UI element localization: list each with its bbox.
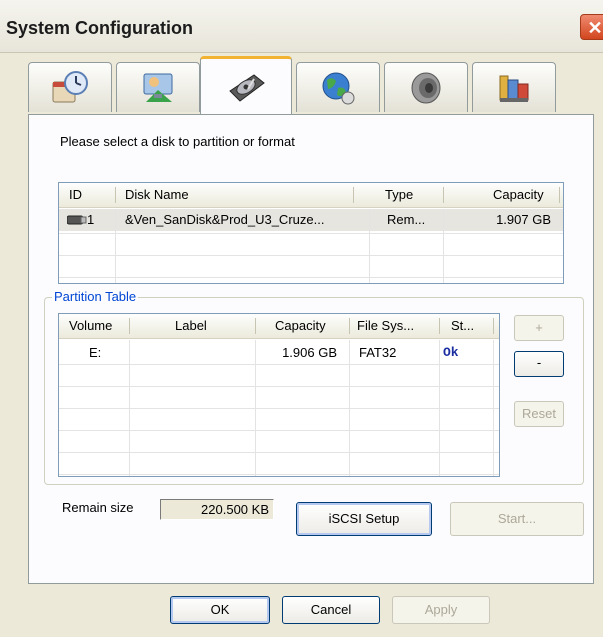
tab-network[interactable]: [296, 62, 380, 112]
partition-status: Ok: [443, 345, 459, 360]
col-part-capacity[interactable]: Capacity: [275, 314, 326, 338]
ok-button[interactable]: OK: [170, 596, 270, 624]
col-status[interactable]: St...: [451, 314, 474, 338]
partition-volume: E:: [89, 345, 102, 360]
add-partition-button[interactable]: +: [514, 315, 564, 341]
close-button[interactable]: ✕: [580, 14, 603, 40]
partition-row[interactable]: E: 1.906 GB FAT32 Ok: [59, 342, 499, 364]
col-volume[interactable]: Volume: [69, 314, 112, 338]
partition-table-label: Partition Table: [52, 289, 139, 304]
hard-disk-icon: [229, 73, 265, 102]
disk-id: 1: [87, 212, 95, 227]
toolbox-icon: [499, 75, 529, 102]
cancel-button[interactable]: Cancel: [282, 596, 380, 624]
tab-date-time[interactable]: [28, 62, 112, 112]
remove-partition-button[interactable]: -: [514, 351, 564, 377]
select-disk-prompt: Please select a disk to partition or for…: [60, 134, 295, 149]
col-type[interactable]: Type: [385, 183, 413, 207]
start-button[interactable]: Start...: [450, 502, 584, 536]
reset-button[interactable]: Reset: [514, 401, 564, 427]
disk-list[interactable]: ID Disk Name Type Capacity 1 &Ven_SanDis…: [58, 182, 564, 284]
tab-user[interactable]: [116, 62, 200, 112]
system-configuration-window: System Configuration ✕ Please select a d…: [0, 0, 603, 637]
partition-list[interactable]: Volume Label Capacity File Sys... St... …: [58, 313, 500, 477]
title-bar: System Configuration: [0, 0, 603, 53]
remain-size-value: 220.500 KB: [160, 499, 274, 520]
partition-list-header: Volume Label Capacity File Sys... St...: [59, 314, 499, 339]
window-title: System Configuration: [6, 18, 194, 38]
tab-tools[interactable]: [472, 62, 556, 112]
disk-type: Rem...: [387, 212, 426, 227]
tab-strip: [28, 56, 588, 116]
globe-network-icon: [322, 72, 355, 104]
tab-disk[interactable]: [200, 56, 292, 114]
col-disk-name[interactable]: Disk Name: [125, 183, 189, 207]
col-label[interactable]: Label: [175, 314, 207, 338]
partition-filesystem: FAT32: [359, 345, 397, 360]
disk-name: &Ven_SanDisk&Prod_U3_Cruze...: [125, 212, 325, 227]
disk-list-header: ID Disk Name Type Capacity: [59, 183, 563, 208]
disk-capacity: 1.907 GB: [496, 212, 551, 227]
disk-row[interactable]: 1 &Ven_SanDisk&Prod_U3_Cruze... Rem... 1…: [59, 209, 563, 231]
apply-button[interactable]: Apply: [392, 596, 490, 624]
partition-label: [133, 342, 253, 364]
usb-drive-icon: [67, 215, 87, 225]
col-capacity[interactable]: Capacity: [493, 183, 544, 207]
close-icon: ✕: [587, 18, 603, 38]
col-filesystem[interactable]: File Sys...: [357, 314, 414, 338]
tab-sound[interactable]: [384, 62, 468, 112]
user-monitor-icon: [143, 73, 173, 102]
col-id[interactable]: ID: [69, 183, 82, 207]
iscsi-setup-button[interactable]: iSCSI Setup: [296, 502, 432, 536]
partition-capacity: 1.906 GB: [282, 345, 337, 360]
remain-size-label: Remain size: [62, 500, 134, 515]
speaker-icon: [411, 72, 441, 103]
clock-calendar-icon: [52, 70, 88, 102]
